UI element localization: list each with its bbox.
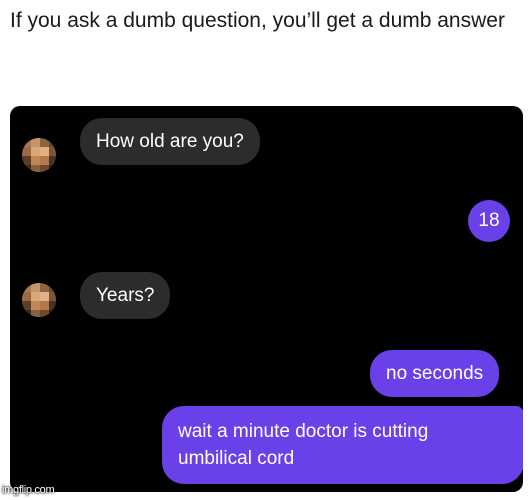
message-incoming-2: Years? [80,272,171,319]
message-outgoing-1: 18 [468,200,510,242]
post-caption: If you ask a dumb question, you’ll get a… [10,9,505,32]
message-incoming-1: How old are you? [80,118,260,165]
contact-avatar-icon [22,138,56,172]
message-outgoing-2: no seconds [370,350,500,397]
message-outgoing-3: wait a minute doctor is cutting umbilica… [162,406,523,484]
contact-avatar-icon [22,283,56,317]
imgflip-watermark: imgflip.com [2,484,55,496]
chat-screenshot: How old are you? 18 Years? no seconds wa… [10,106,523,492]
